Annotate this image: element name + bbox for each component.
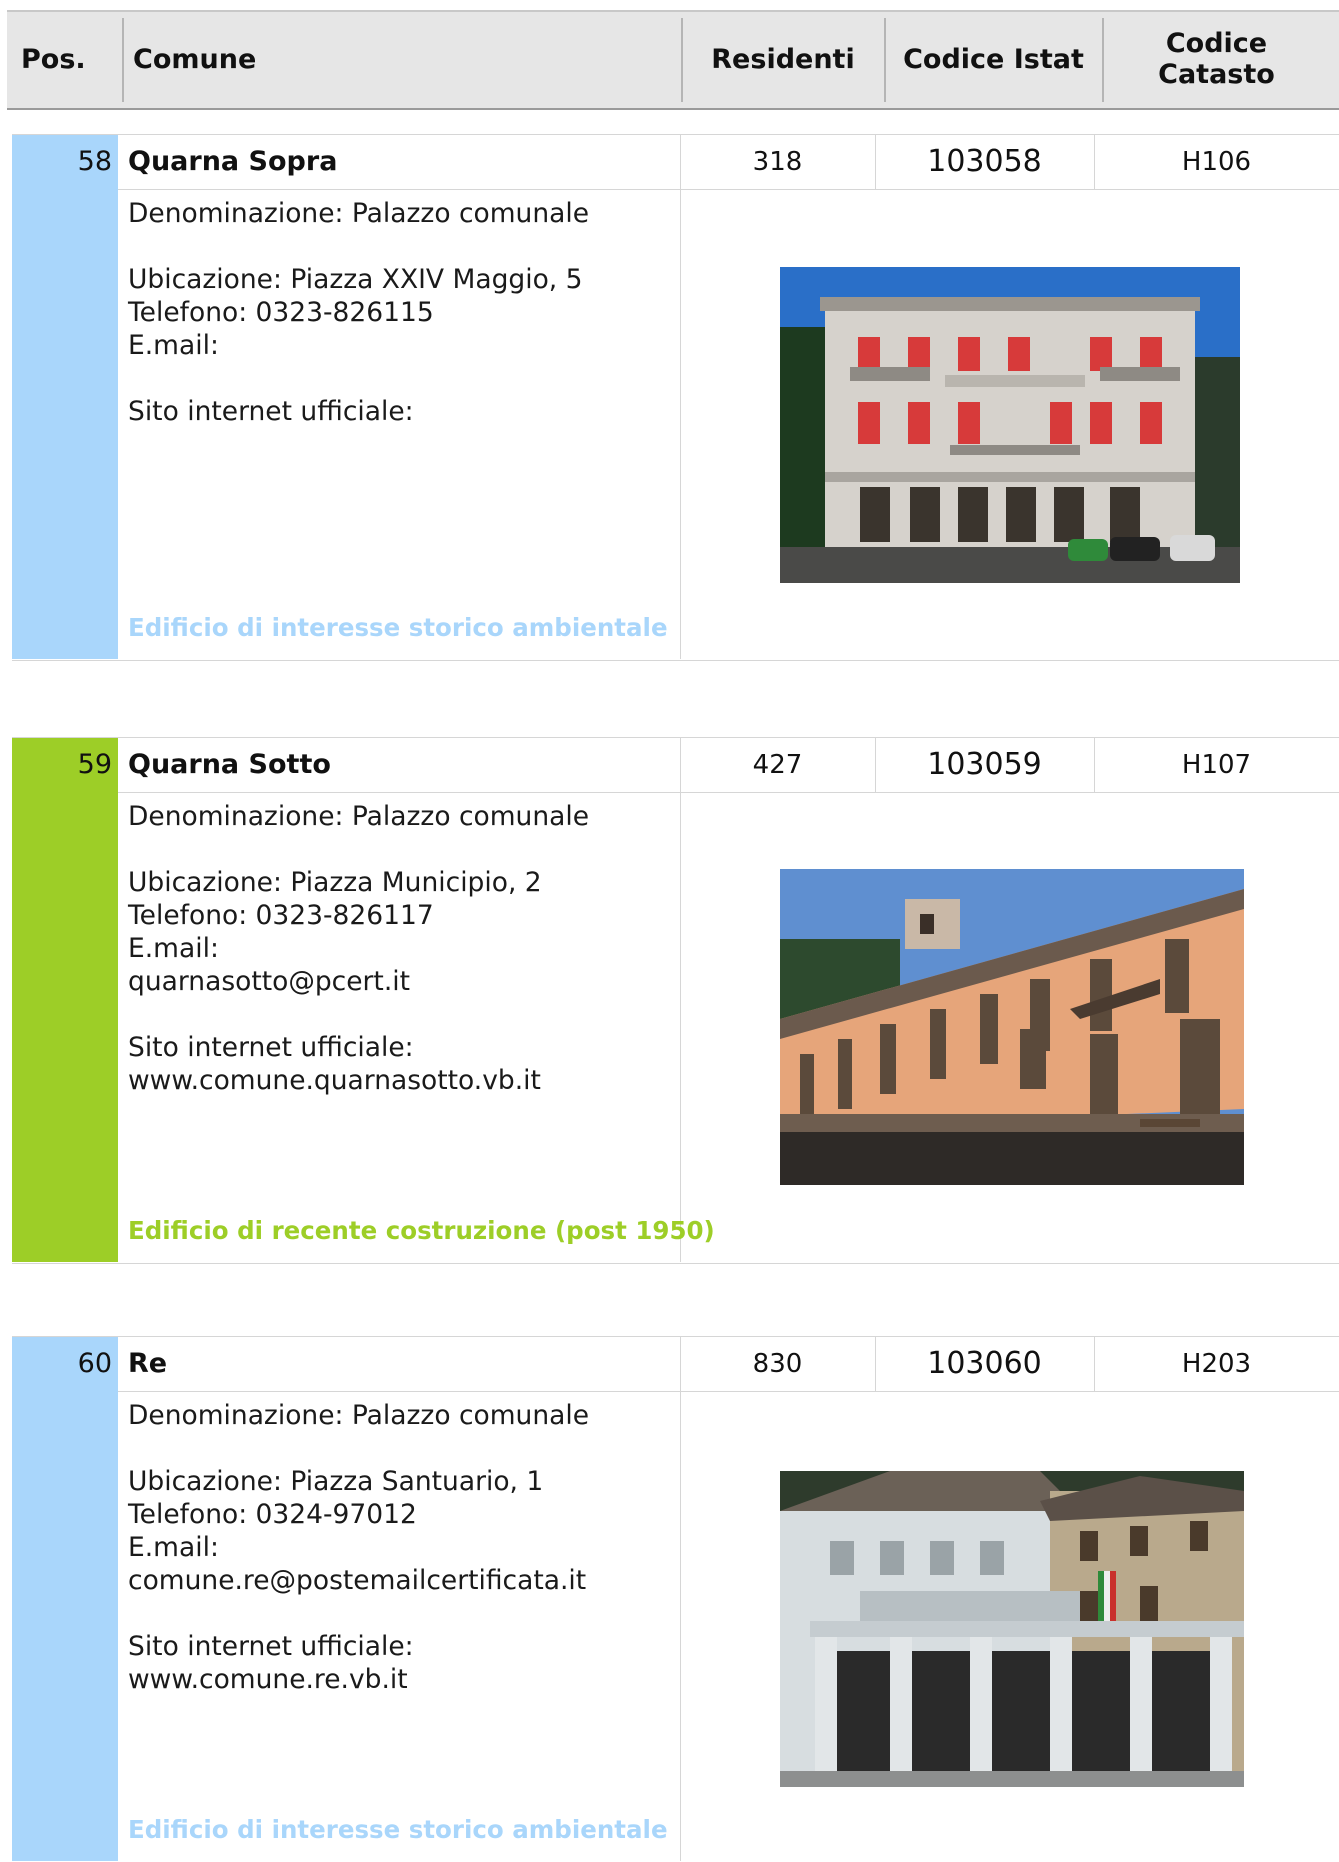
record-info: Denominazione: Palazzo comunale Ubicazio… [128,197,688,461]
row-divider [118,792,1339,793]
denominazione-text: Denominazione: Palazzo comunale [128,198,590,229]
record-codice-catasto: H203 [1181,1349,1252,1379]
category-label: Edificio di recente costruzione (post 19… [128,1216,715,1245]
telefono-text: Telefono: 0323-826115 [128,297,434,328]
record-residenti: 318 [752,147,803,177]
pos-color-bar [12,1337,118,1861]
ubicazione-text: Ubicazione: Piazza Santuario, 1 [128,1466,544,1497]
record-name: Quarna Sotto [128,749,331,780]
sito-link[interactable]: www.comune.quarnasotto.vb.it [128,1064,688,1097]
record-codice-catasto: H107 [1181,750,1252,780]
ubicazione-text: Ubicazione: Piazza Municipio, 2 [128,867,542,898]
header-comune: Comune [133,43,257,75]
header-pos: Pos. [21,43,86,75]
record-codice-istat: 103058 [927,144,1042,179]
record-re: 60 Re 830 103060 H203 Denominazione: Pal… [12,1336,1339,1862]
record-codice-catasto: H106 [1181,147,1252,177]
sito-label: Sito internet ufficiale: [128,396,414,427]
pos-color-bar [12,738,118,1262]
record-pos: 58 [77,146,112,177]
town-hall-photo [780,1471,1244,1787]
record-pos: 60 [77,1348,112,1379]
record-name: Re [128,1348,168,1379]
category-label: Edificio di interesse storico ambientale [128,1815,668,1844]
record-codice-istat: 103059 [927,747,1042,782]
header-codice-catasto-line2: Catasto [1158,59,1275,90]
record-residenti: 830 [752,1349,803,1379]
pos-color-bar [12,135,118,659]
email-label: E.mail: [128,330,219,361]
email-label: E.mail: [128,933,219,964]
sito-label: Sito internet ufficiale: [128,1631,414,1662]
record-codice-istat: 103060 [927,1346,1042,1381]
header-codice-catasto-line1: Codice [1165,28,1268,59]
sito-link[interactable]: www.comune.re.vb.it [128,1663,688,1696]
header-codice-catasto: Codice Catasto [1104,16,1329,102]
record-quarna-sotto: 59 Quarna Sotto 427 103059 H107 Denomina… [12,737,1339,1264]
town-hall-photo [780,869,1244,1185]
denominazione-text: Denominazione: Palazzo comunale [128,1400,590,1431]
telefono-text: Telefono: 0323-826117 [128,900,434,931]
record-residenti: 427 [752,750,803,780]
town-hall-photo [780,267,1240,583]
ubicazione-text: Ubicazione: Piazza XXIV Maggio, 5 [128,264,583,295]
record-name: Quarna Sopra [128,146,338,177]
denominazione-text: Denominazione: Palazzo comunale [128,801,590,832]
record-info: Denominazione: Palazzo comunale Ubicazio… [128,1399,688,1729]
email-link[interactable]: quarnasotto@pcert.it [128,965,688,998]
telefono-text: Telefono: 0324-97012 [128,1499,417,1530]
record-info: Denominazione: Palazzo comunale Ubicazio… [128,800,688,1130]
table-header: Pos. Comune Residenti Codice Istat Codic… [7,10,1339,110]
email-label: E.mail: [128,1532,219,1563]
sito-label: Sito internet ufficiale: [128,1032,414,1063]
header-residenti: Residenti [711,43,855,75]
row-divider [118,189,1339,190]
row-divider [118,1391,1339,1392]
record-quarna-sopra: 58 Quarna Sopra 318 103058 H106 Denomina… [12,134,1339,661]
header-divider [122,18,124,102]
header-codice-istat: Codice Istat [903,43,1084,75]
email-link[interactable]: comune.re@postemailcertificata.it [128,1564,688,1597]
record-pos: 59 [77,749,112,780]
category-label: Edificio di interesse storico ambientale [128,613,668,642]
